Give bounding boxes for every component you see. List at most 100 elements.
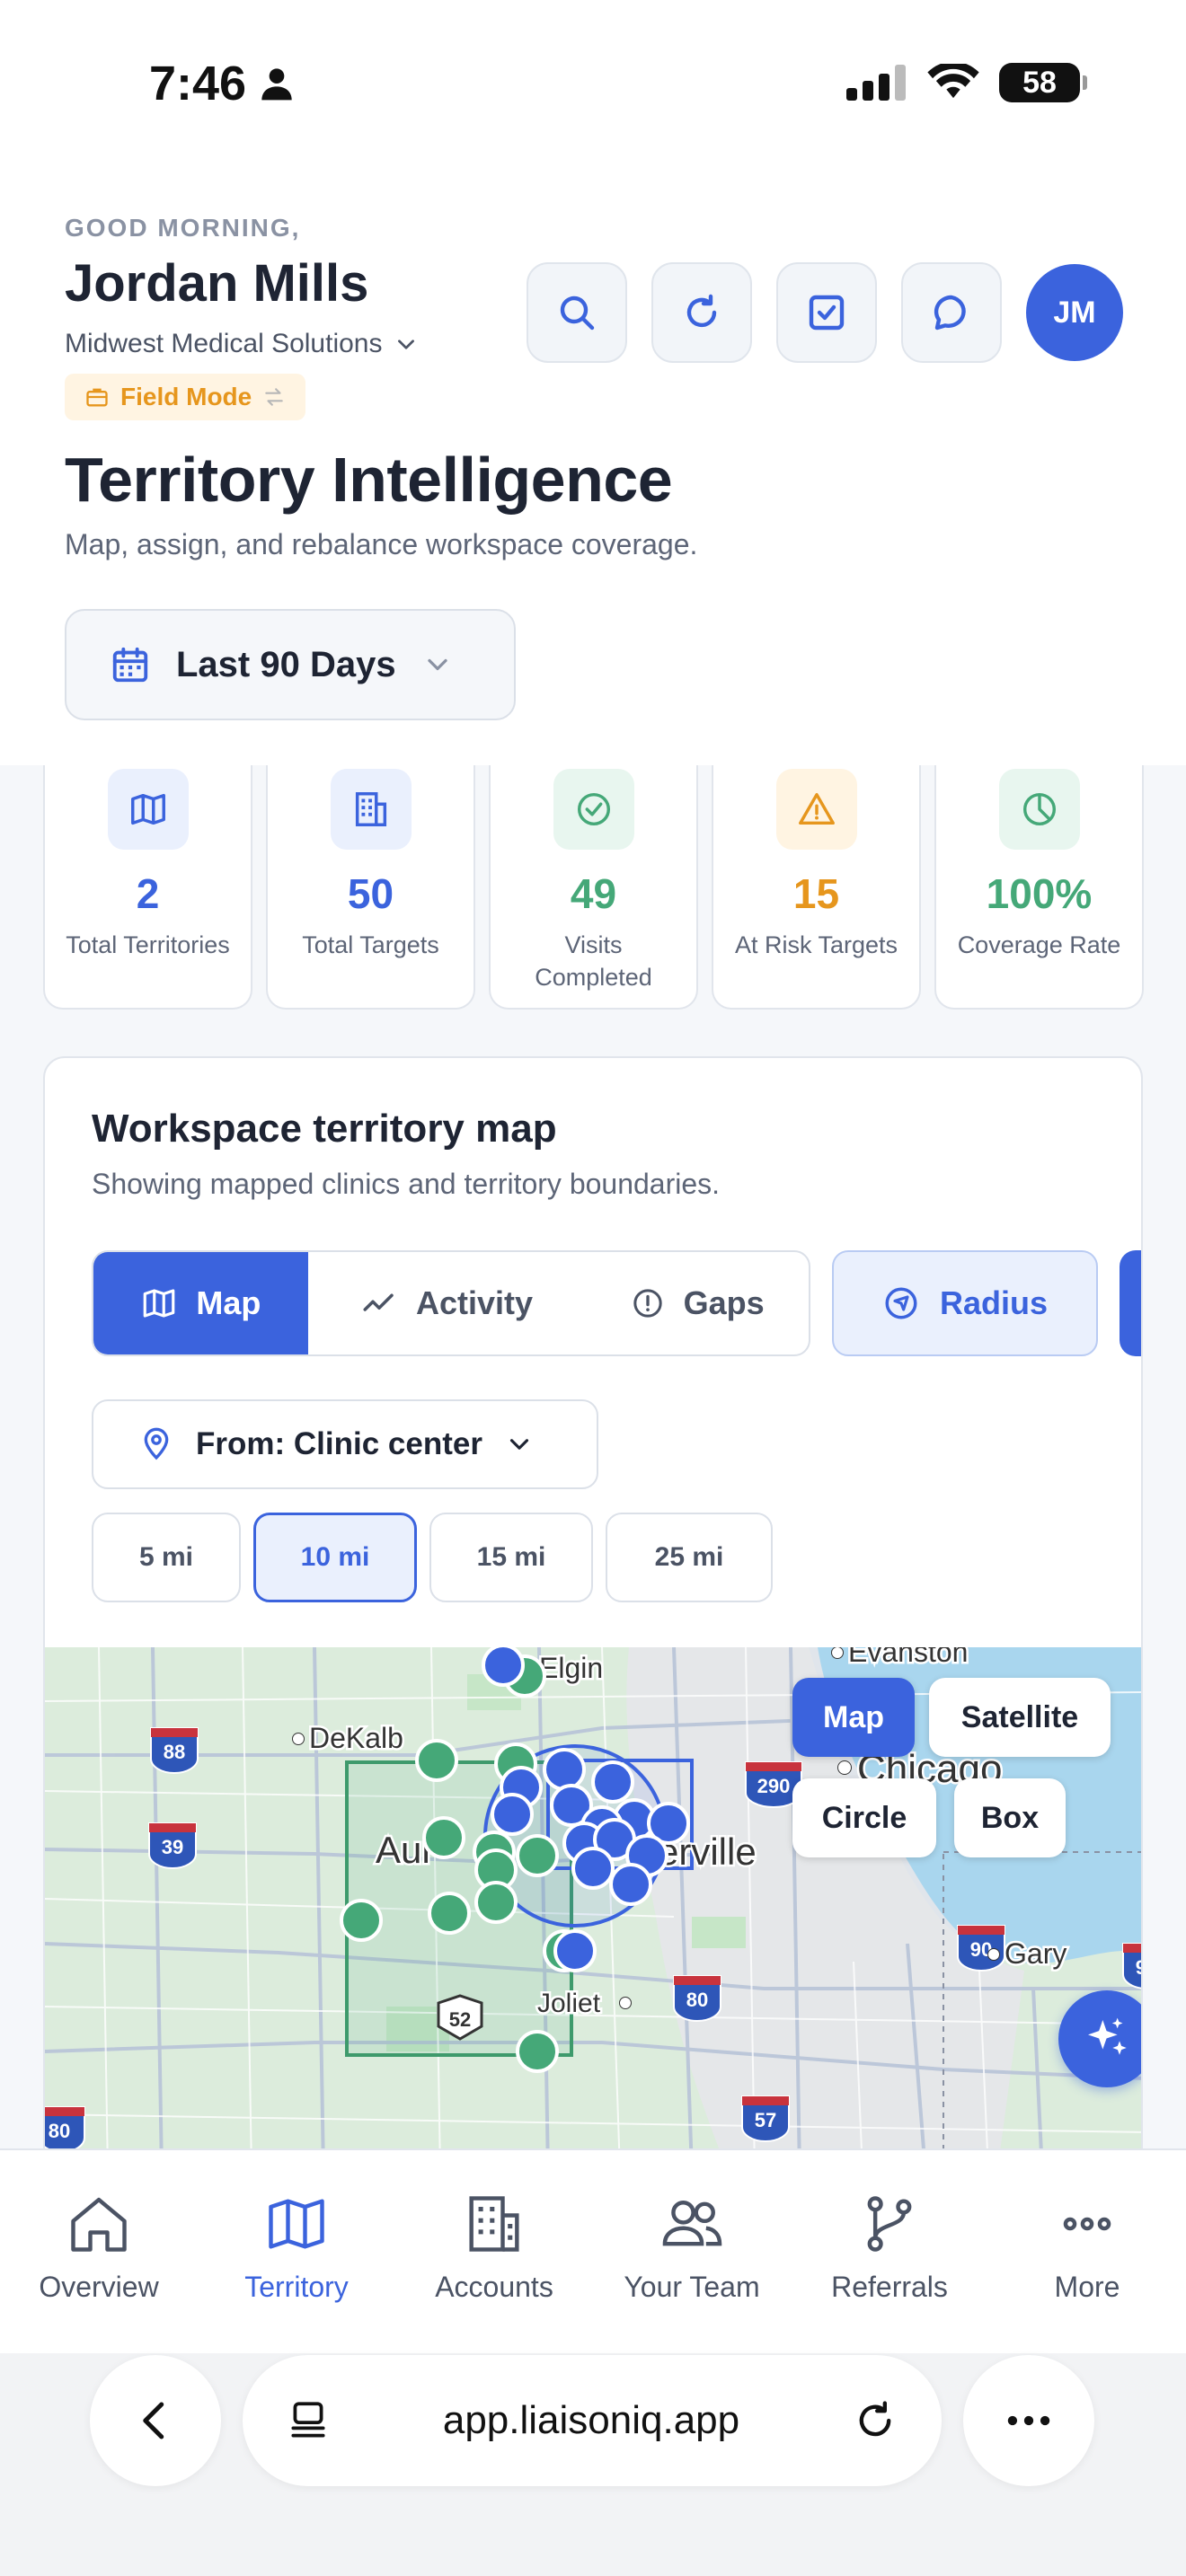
mile-option-25[interactable]: 25 mi — [606, 1513, 773, 1602]
wifi-icon — [927, 64, 979, 99]
stat-total-territories[interactable]: 2 Total Territories — [43, 765, 252, 1010]
shape-circle-button[interactable]: Circle — [792, 1778, 936, 1857]
shield-label: 57 — [755, 2109, 776, 2131]
clinic-marker[interactable] — [543, 1748, 586, 1791]
tab-activity[interactable]: Activity — [308, 1252, 585, 1354]
stat-value: 15 — [792, 870, 840, 917]
highway-shield-39: 39 — [148, 1822, 197, 1869]
stat-value: 100% — [986, 870, 1093, 917]
page-title: Territory Intelligence — [65, 445, 673, 515]
more-tools-button[interactable] — [1120, 1250, 1141, 1356]
nav-accounts[interactable]: Accounts — [395, 2190, 593, 2357]
more-horizontal-icon — [1063, 2217, 1111, 2231]
radius-origin-selector[interactable]: From: Clinic center — [92, 1399, 598, 1489]
clinic-marker[interactable] — [415, 1739, 458, 1782]
clinic-marker[interactable] — [474, 1881, 518, 1924]
stat-icon-box — [107, 769, 189, 850]
clinic-marker[interactable] — [340, 1899, 383, 1942]
mile-option-15[interactable]: 15 mi — [429, 1513, 593, 1602]
browser-back-button[interactable] — [90, 2355, 221, 2486]
date-range-label: Last 90 Days — [176, 644, 396, 684]
field-mode-label: Field Mode — [120, 383, 252, 410]
highway-shield-88: 88 — [150, 1727, 199, 1774]
clinic-marker[interactable] — [591, 1760, 634, 1804]
nav-label: Accounts — [435, 2271, 553, 2303]
home-icon — [71, 2197, 127, 2252]
check-circle-icon — [577, 792, 610, 826]
tab-gaps[interactable]: Gaps — [585, 1252, 809, 1354]
browser-address-bar[interactable]: app.liaisoniq.app — [243, 2355, 942, 2486]
nav-overview[interactable]: Overview — [0, 2190, 198, 2357]
mile-option-10[interactable]: 10 mi — [253, 1513, 417, 1602]
warning-icon — [798, 792, 835, 825]
radius-label: Radius — [939, 1284, 1049, 1321]
shape-label: Box — [980, 1800, 1040, 1835]
stat-at-risk-targets[interactable]: 15 At Risk Targets — [712, 765, 921, 1010]
status-bar-time: 7:46 — [149, 56, 295, 111]
clinic-marker[interactable] — [491, 1793, 534, 1836]
nav-more[interactable]: More — [988, 2190, 1186, 2357]
nav-label: Your Team — [624, 2271, 760, 2303]
clinic-marker[interactable] — [516, 2030, 559, 2073]
card-title: Workspace territory map — [92, 1107, 557, 1151]
field-mode-badge[interactable]: Field Mode — [65, 374, 306, 420]
highway-shield-57: 57 — [741, 2095, 790, 2142]
messages-button[interactable] — [901, 262, 1002, 363]
tab-map[interactable]: Map — [93, 1252, 308, 1354]
map-icon — [269, 2199, 324, 2249]
search-button[interactable] — [527, 262, 627, 363]
stat-coverage-rate[interactable]: 100% Coverage Rate — [934, 765, 1144, 1010]
pie-chart-icon — [1022, 792, 1056, 826]
clinic-marker[interactable] — [571, 1847, 615, 1890]
shape-box-button[interactable]: Box — [954, 1778, 1066, 1857]
reload-icon[interactable] — [852, 2397, 898, 2444]
map-icon — [144, 1289, 175, 1318]
avatar[interactable]: JM — [1026, 264, 1123, 361]
shield-label: 90 — [1136, 1956, 1143, 1979]
battery-level: 58 — [1022, 65, 1057, 100]
chat-icon — [934, 295, 966, 331]
nav-territory[interactable]: Territory — [198, 2190, 395, 2357]
tab-label: Gaps — [683, 1284, 765, 1321]
clinic-marker[interactable] — [553, 1929, 597, 1972]
card-subtitle: Showing mapped clinics and territory bou… — [92, 1168, 721, 1200]
nav-label: Referrals — [831, 2271, 948, 2303]
chevron-down-icon — [427, 658, 447, 671]
person-icon — [261, 68, 292, 101]
map-type-map[interactable]: Map — [792, 1678, 915, 1757]
date-range-selector[interactable]: Last 90 Days — [65, 609, 516, 720]
shield-label: 39 — [162, 1836, 183, 1858]
tasks-button[interactable] — [776, 262, 877, 363]
greeting-label: GOOD MORNING, — [65, 214, 301, 242]
clinic-marker[interactable] — [609, 1863, 652, 1906]
nav-referrals[interactable]: Referrals — [791, 2190, 988, 2357]
shield-label: 88 — [164, 1741, 185, 1763]
clinic-marker[interactable] — [516, 1834, 559, 1877]
more-horizontal-icon — [1007, 2415, 1050, 2426]
radius-button[interactable]: Radius — [832, 1250, 1098, 1356]
territory-map[interactable]: 88 39 290 90 90 80 57 80 52 Elgin Evanst… — [45, 1647, 1143, 2168]
status-bar-right: 58 — [846, 63, 1087, 102]
stat-total-targets[interactable]: 50 Total Targets — [266, 765, 475, 1010]
browser-menu-button[interactable] — [963, 2355, 1094, 2486]
mile-label: 15 mi — [476, 1542, 546, 1572]
refresh-button[interactable] — [651, 262, 752, 363]
clinic-marker[interactable] — [428, 1892, 471, 1935]
shield-label: 52 — [449, 2008, 471, 2031]
clinic-marker[interactable] — [422, 1816, 465, 1859]
stat-label: Visits Completed — [535, 931, 652, 991]
calendar-icon — [112, 647, 148, 683]
sparkles-icon — [1088, 2017, 1127, 2055]
mile-option-5[interactable]: 5 mi — [92, 1513, 241, 1602]
stat-icon-box — [775, 769, 857, 850]
highway-shield-80: 80 — [673, 1975, 721, 2022]
organization-selector[interactable]: Midwest Medical Solutions — [65, 329, 418, 359]
page-subtitle: Map, assign, and rebalance workspace cov… — [65, 528, 698, 560]
nav-your-team[interactable]: Your Team — [593, 2190, 791, 2357]
stat-visits-completed[interactable]: 49 Visits Completed — [489, 765, 698, 1010]
map-type-label: Satellite — [960, 1699, 1079, 1734]
time-label: 7:46 — [149, 57, 247, 110]
clinic-marker[interactable] — [482, 1647, 525, 1687]
map-type-satellite[interactable]: Satellite — [929, 1678, 1111, 1757]
highway-shield-80b: 80 — [45, 2106, 85, 2153]
